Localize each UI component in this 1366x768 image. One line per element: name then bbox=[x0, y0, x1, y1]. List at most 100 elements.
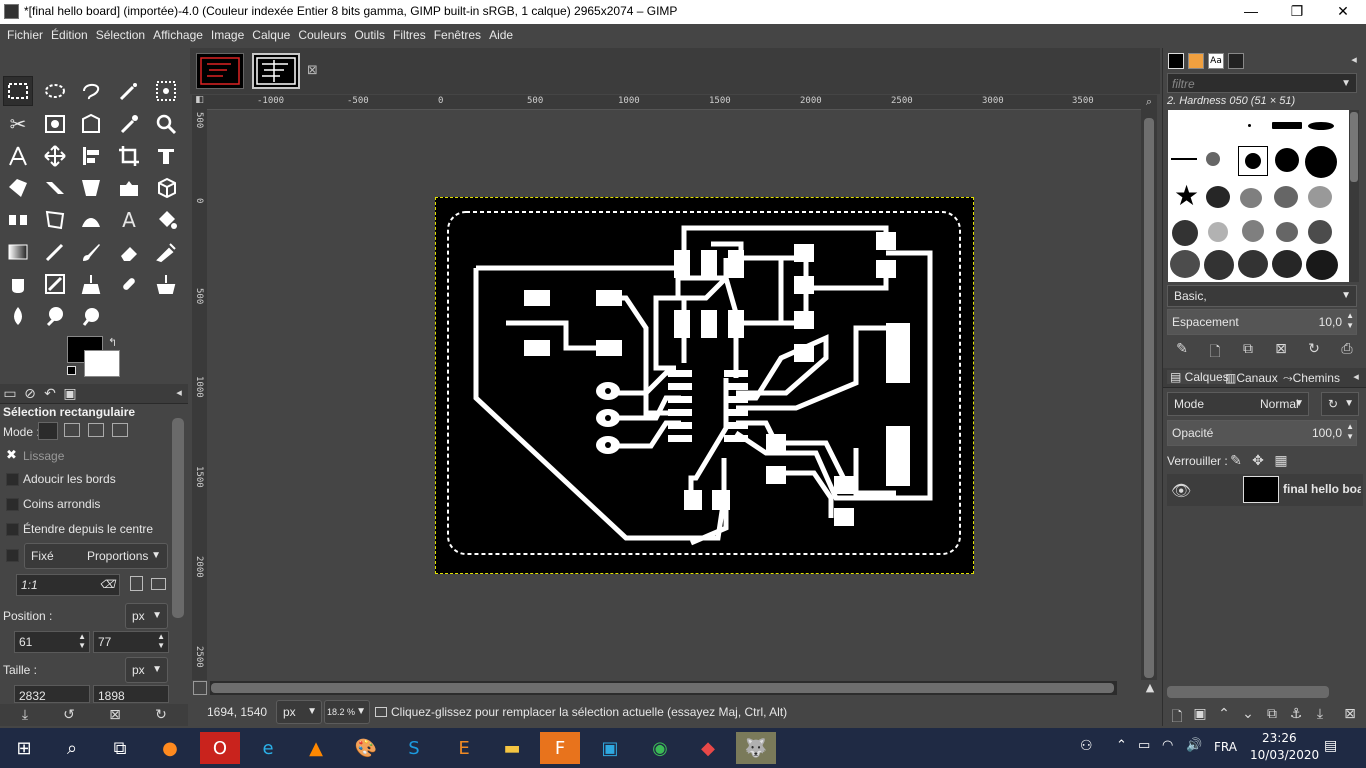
eraser-icon[interactable] bbox=[114, 237, 144, 267]
fonts-tab[interactable]: Aa bbox=[1208, 53, 1224, 69]
position-x-field[interactable]: 61 ▲ ▼ bbox=[14, 631, 90, 653]
default-colors-icon[interactable] bbox=[67, 366, 76, 375]
menu-aide[interactable]: Aide bbox=[485, 24, 517, 46]
brush-grid-scrollbar[interactable] bbox=[1349, 110, 1359, 282]
open-brush-icon[interactable]: ⎙ bbox=[1338, 341, 1356, 357]
minimize-button[interactable]: — bbox=[1228, 0, 1274, 24]
crop-select-icon[interactable] bbox=[76, 109, 106, 139]
text-icon[interactable]: A bbox=[114, 205, 144, 235]
pcb-image[interactable] bbox=[435, 197, 974, 574]
skype-icon[interactable]: S bbox=[394, 732, 434, 764]
spin-icon[interactable]: ▲ ▼ bbox=[1346, 311, 1354, 331]
antialias-checkbox[interactable]: ✖ bbox=[6, 448, 17, 463]
paint-icon[interactable]: 🎨 bbox=[346, 732, 386, 764]
color-picker-icon[interactable] bbox=[114, 109, 144, 139]
heal-icon[interactable] bbox=[114, 269, 144, 299]
restore-preset-icon[interactable]: ↺ bbox=[60, 707, 78, 723]
clear-field-icon[interactable]: ⌫ bbox=[99, 575, 115, 595]
volume-icon[interactable]: 🔊 bbox=[1186, 738, 1202, 753]
foreground-select-icon[interactable] bbox=[40, 109, 70, 139]
duplicate-brush-icon[interactable]: ⧉ bbox=[1239, 341, 1257, 357]
search-icon[interactable]: ⌕ bbox=[52, 732, 92, 764]
images-tab-icon[interactable]: ▣ bbox=[61, 386, 79, 402]
menu-fichier[interactable]: Fichier bbox=[3, 24, 47, 46]
spin-icon[interactable]: ▲ ▼ bbox=[157, 632, 165, 650]
wifi-icon[interactable]: ◠ bbox=[1162, 738, 1173, 753]
pencil-icon[interactable] bbox=[40, 237, 70, 267]
editor-icon[interactable]: E bbox=[444, 732, 484, 764]
rounded-corners-checkbox[interactable] bbox=[6, 498, 19, 511]
feather-checkbox[interactable] bbox=[6, 473, 19, 486]
tool-options-scrollbar[interactable] bbox=[172, 418, 184, 618]
chrome-icon[interactable]: ◉ bbox=[640, 732, 680, 764]
vlc-icon[interactable]: ▲ bbox=[296, 732, 336, 764]
clock-time[interactable]: 23:26 bbox=[1262, 731, 1297, 745]
horizontal-scrollbar[interactable] bbox=[210, 681, 1117, 695]
gimp-taskbar-icon[interactable]: 🐺 bbox=[736, 732, 776, 764]
device-status-tab-icon[interactable]: ⊘ bbox=[21, 386, 39, 402]
tab-canaux[interactable]: ▥Canaux bbox=[1225, 371, 1278, 385]
delete-preset-icon[interactable]: ⊠ bbox=[106, 707, 124, 723]
warp-transform-icon[interactable] bbox=[3, 173, 33, 203]
mode-replace-icon[interactable] bbox=[38, 422, 58, 440]
3d-transform-icon[interactable] bbox=[151, 173, 181, 203]
menu-filtres[interactable]: Filtres bbox=[389, 24, 430, 46]
position-y-field[interactable]: 77 ▲ ▼ bbox=[93, 631, 169, 653]
clone-icon[interactable] bbox=[76, 269, 106, 299]
eye-visibility-icon[interactable]: 👁 bbox=[1171, 481, 1191, 500]
handle-transform-icon[interactable] bbox=[3, 205, 33, 235]
battery-icon[interactable]: ▭ bbox=[1138, 738, 1150, 753]
spin-icon[interactable]: ▲ ▼ bbox=[1346, 422, 1354, 442]
edit-brush-icon[interactable]: ✎ bbox=[1173, 341, 1191, 357]
flip-icon[interactable] bbox=[114, 173, 144, 203]
file-explorer-icon[interactable]: ▬ bbox=[492, 732, 532, 764]
size-w-field[interactable]: 2832 bbox=[14, 685, 90, 703]
image-tab-1[interactable] bbox=[196, 53, 244, 89]
edge-icon[interactable]: e bbox=[248, 732, 288, 764]
menu-fenetres[interactable]: Fenêtres bbox=[430, 24, 485, 46]
image-tab-2[interactable] bbox=[252, 53, 300, 89]
layers-scrollbar[interactable] bbox=[1167, 686, 1329, 698]
lock-pixels-icon[interactable]: ✎ bbox=[1227, 453, 1245, 469]
unit-dropdown[interactable]: px ▼ bbox=[276, 700, 322, 724]
anchor-layer-icon[interactable]: ⚓ bbox=[1287, 706, 1305, 722]
blur-icon[interactable] bbox=[3, 301, 33, 331]
swap-colors-icon[interactable]: ↰ bbox=[108, 336, 117, 349]
position-unit-dropdown[interactable]: px ▼ bbox=[125, 603, 168, 629]
ratio-field[interactable]: 1:1 ⌫ bbox=[16, 574, 120, 596]
lock-alpha-icon[interactable]: ▦ bbox=[1272, 453, 1290, 469]
windows-start-icon[interactable]: ⊞ bbox=[4, 732, 44, 764]
undo-history-tab-icon[interactable]: ↶ bbox=[41, 386, 59, 402]
brush-grid[interactable]: ★ bbox=[1168, 110, 1352, 282]
lasso-icon[interactable] bbox=[76, 76, 106, 106]
shear-icon[interactable] bbox=[40, 173, 70, 203]
patterns-tab[interactable] bbox=[1188, 53, 1204, 69]
expand-center-checkbox[interactable] bbox=[6, 523, 19, 536]
new-layer-icon[interactable]: 🗋 bbox=[1168, 706, 1186, 730]
lock-position-icon[interactable]: ✥ bbox=[1249, 453, 1267, 469]
lower-layer-icon[interactable]: ⌄ bbox=[1239, 706, 1257, 722]
move-icon[interactable] bbox=[40, 141, 70, 171]
menu-edition[interactable]: Édition bbox=[47, 24, 92, 46]
app-icon[interactable]: ▣ bbox=[590, 732, 630, 764]
fixed-dropdown[interactable]: Fixé Proportions ▼ bbox=[24, 543, 168, 569]
brush-filter-input[interactable]: filtre ▼ bbox=[1167, 73, 1357, 93]
layer-row[interactable]: 👁 final hello board bbox=[1167, 474, 1363, 506]
vertical-scrollbar[interactable] bbox=[1141, 110, 1157, 680]
panel-menu-icon[interactable]: ◂ bbox=[1347, 370, 1365, 383]
crop-icon[interactable] bbox=[114, 141, 144, 171]
document-history-tab[interactable] bbox=[1228, 53, 1244, 69]
warp-icon[interactable] bbox=[76, 205, 106, 235]
maximize-button[interactable]: ❐ bbox=[1274, 0, 1320, 24]
mode-add-icon[interactable] bbox=[64, 423, 80, 437]
zoom-on-resize-icon[interactable]: ⌕ bbox=[1141, 95, 1157, 110]
spacing-slider[interactable]: Espacement 10,0 ▲ ▼ bbox=[1167, 309, 1357, 335]
unified-transform-icon[interactable] bbox=[151, 141, 181, 171]
navigate-icon[interactable]: ▲ bbox=[1142, 681, 1158, 695]
mode-subtract-icon[interactable] bbox=[88, 423, 104, 437]
portrait-icon[interactable] bbox=[130, 576, 143, 591]
raise-layer-icon[interactable]: ⌃ bbox=[1215, 706, 1233, 722]
new-layer-group-icon[interactable]: ▣ bbox=[1191, 706, 1209, 722]
measure-icon[interactable] bbox=[3, 141, 33, 171]
people-icon[interactable]: ⚇ bbox=[1080, 738, 1093, 754]
